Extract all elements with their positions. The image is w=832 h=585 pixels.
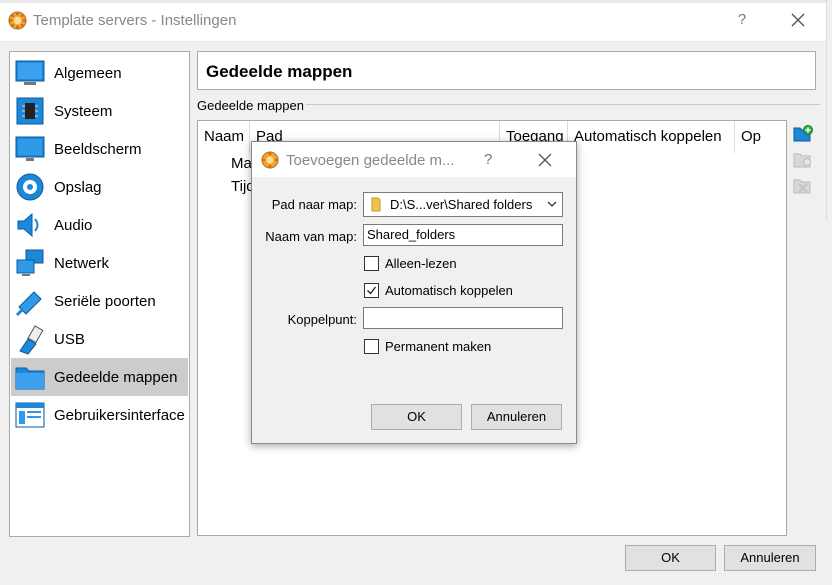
virtualbox-app-icon bbox=[8, 11, 27, 30]
column-header-op[interactable]: Op bbox=[735, 121, 787, 153]
section-divider bbox=[306, 104, 820, 105]
remove-folder-icon bbox=[793, 179, 811, 194]
sidebar-item-usb[interactable]: USB bbox=[11, 320, 188, 358]
close-icon[interactable] bbox=[787, 9, 809, 31]
sidebar-item-gebruikersinterface[interactable]: Gebruikersinterface bbox=[11, 396, 188, 434]
chip-icon bbox=[16, 97, 44, 125]
path-combobox[interactable]: D:\S...ver\Shared folders bbox=[363, 192, 563, 217]
page-header: Gedeelde mappen bbox=[197, 51, 816, 90]
automount-checkbox[interactable] bbox=[364, 283, 379, 298]
settings-sidebar: Algemeen Systeem Beeldscherm Opslag Audi… bbox=[9, 51, 190, 537]
name-label: Naam van map: bbox=[265, 229, 357, 244]
sidebar-item-label: Netwerk bbox=[54, 254, 110, 272]
general-icon bbox=[15, 60, 45, 85]
sidebar-item-audio[interactable]: Audio bbox=[11, 206, 188, 244]
checkmark-icon bbox=[367, 286, 377, 295]
permanent-checkbox[interactable] bbox=[364, 339, 379, 354]
sidebar-item-label: Systeem bbox=[54, 102, 113, 120]
sidebar-item-label: USB bbox=[54, 330, 85, 348]
sidebar-item-label: Seriële poorten bbox=[54, 292, 156, 310]
page-title: Gedeelde mappen bbox=[206, 62, 353, 81]
mountpoint-input[interactable] bbox=[363, 307, 563, 329]
cancel-button[interactable]: Annuleren bbox=[724, 545, 816, 571]
sidebar-item-beeldscherm[interactable]: Beeldscherm bbox=[11, 130, 188, 168]
ok-button[interactable]: OK bbox=[625, 545, 716, 571]
chevron-down-icon bbox=[547, 201, 557, 207]
sidebar-item-netwerk[interactable]: Netwerk bbox=[11, 244, 188, 282]
sidebar-item-label: Gedeelde mappen bbox=[54, 368, 178, 386]
help-button[interactable]: ? bbox=[733, 11, 751, 31]
add-folder-icon[interactable] bbox=[793, 124, 813, 144]
folder-icon bbox=[15, 367, 45, 390]
disk-icon bbox=[16, 173, 44, 201]
edit-folder-icon bbox=[793, 153, 811, 168]
sidebar-item-opslag[interactable]: Opslag bbox=[11, 168, 188, 206]
sidebar-item-label: Audio bbox=[54, 216, 93, 234]
sidebar-item-label: Beeldscherm bbox=[54, 140, 142, 158]
mountpoint-label: Koppelpunt: bbox=[287, 312, 357, 327]
path-value: D:\S...ver\Shared folders bbox=[390, 197, 533, 212]
add-shared-folder-dialog: Toevoegen gedeelde m... ? Pad naar map: … bbox=[251, 141, 577, 444]
sidebar-item-label: Algemeen bbox=[54, 64, 122, 82]
dialog-ok-button[interactable]: OK bbox=[371, 404, 462, 430]
folder-name-input[interactable]: Shared_folders bbox=[363, 224, 563, 246]
readonly-label[interactable]: Alleen-lezen bbox=[385, 256, 457, 271]
folder-small-icon bbox=[371, 197, 381, 212]
sidebar-item-label: Opslag bbox=[54, 178, 102, 196]
sidebar-item-systeem[interactable]: Systeem bbox=[11, 92, 188, 130]
dialog-help-button[interactable]: ? bbox=[484, 151, 492, 168]
section-label: Gedeelde mappen bbox=[197, 98, 304, 113]
window-edge bbox=[826, 0, 832, 220]
readonly-checkbox[interactable] bbox=[364, 256, 379, 271]
automount-label[interactable]: Automatisch koppelen bbox=[385, 283, 513, 298]
path-label: Pad naar map: bbox=[271, 197, 357, 212]
network-icon bbox=[16, 249, 44, 276]
window-title: Template servers - Instellingen bbox=[33, 12, 237, 29]
sidebar-item-seriele-poorten[interactable]: Seriële poorten bbox=[11, 282, 188, 320]
window-top-edge bbox=[0, 0, 832, 3]
dialog-cancel-button[interactable]: Annuleren bbox=[471, 404, 562, 430]
permanent-label[interactable]: Permanent maken bbox=[385, 339, 491, 354]
sidebar-item-algemeen[interactable]: Algemeen bbox=[11, 54, 188, 92]
table-row[interactable]: Ma bbox=[231, 155, 252, 172]
usb-icon bbox=[19, 325, 44, 355]
ui-icon bbox=[15, 402, 45, 428]
serial-icon bbox=[15, 291, 42, 317]
column-header-automatisch-koppelen[interactable]: Automatisch koppelen bbox=[568, 121, 735, 153]
monitor-icon bbox=[15, 136, 45, 161]
sidebar-item-gedeelde-mappen[interactable]: Gedeelde mappen bbox=[11, 358, 188, 396]
column-header-naam[interactable]: Naam bbox=[198, 121, 250, 153]
dialog-close-icon[interactable] bbox=[536, 151, 554, 169]
dialog-title: Toevoegen gedeelde m... bbox=[286, 152, 455, 169]
speaker-icon bbox=[17, 212, 39, 238]
sidebar-item-label: Gebruikersinterface bbox=[54, 406, 185, 424]
virtualbox-app-icon bbox=[261, 151, 279, 169]
